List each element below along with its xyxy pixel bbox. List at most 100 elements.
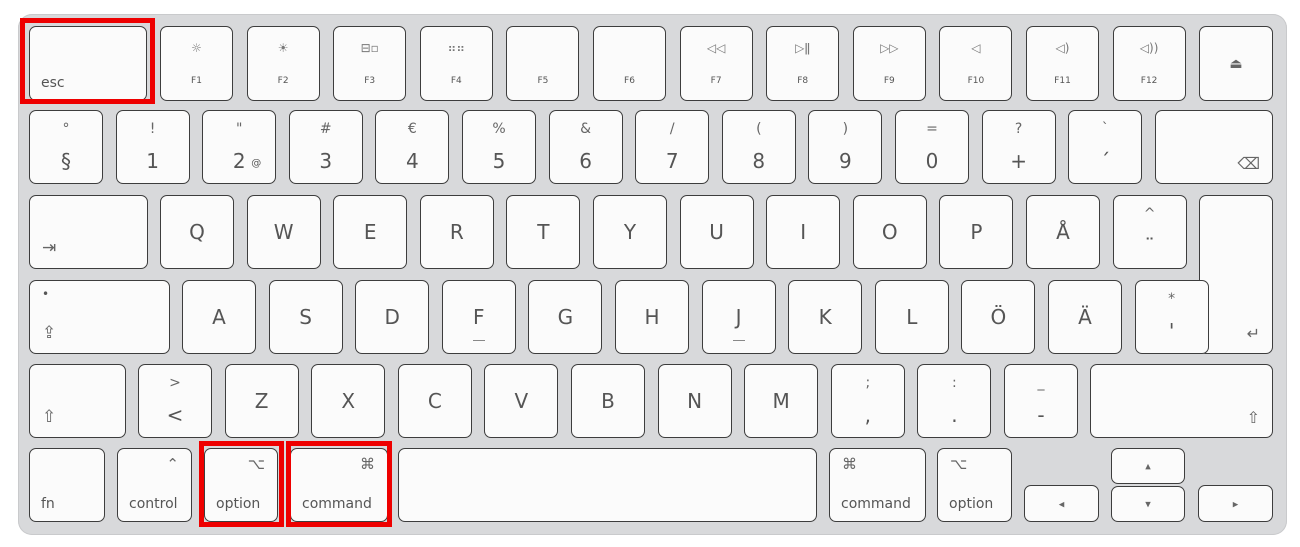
key-f11[interactable]: F11 ◁) — [1026, 26, 1099, 101]
key-f10[interactable]: F10 ◁ — [939, 26, 1013, 101]
key-label: D — [384, 305, 400, 329]
key-1[interactable]: ! 1 — [115, 110, 190, 184]
key-i[interactable]: I — [766, 195, 841, 269]
key-v[interactable]: V — [484, 364, 559, 438]
key-p[interactable]: P — [939, 195, 1014, 269]
key-symbol[interactable]: ^ ¨ — [1112, 195, 1187, 269]
key-label: F1 — [191, 76, 202, 86]
key-f9[interactable]: F9 ▷▷ — [852, 26, 926, 101]
key-esc[interactable]: esc — [29, 26, 147, 101]
key-j[interactable]: J — [701, 280, 776, 354]
key-command[interactable]: command ⌘ — [290, 448, 388, 522]
key-symbol[interactable]: _ - — [1004, 364, 1078, 438]
key-ö[interactable]: Ö — [961, 280, 1036, 354]
key-f2[interactable]: F2 ☀ — [246, 26, 320, 101]
key-fn[interactable]: fn — [29, 448, 105, 522]
rewind-icon: ◁◁ — [706, 41, 726, 55]
key-f1[interactable]: F1 ☼ — [160, 26, 233, 101]
key-space[interactable] — [398, 448, 817, 522]
key-option[interactable]: option ⌥ — [937, 448, 1012, 522]
key-f3[interactable]: F3 ⊟▫ — [333, 26, 407, 101]
key-r[interactable]: R — [419, 195, 494, 269]
key-arrowleft[interactable]: ◂ — [1024, 485, 1099, 522]
caps-lock-indicator: • — [42, 287, 50, 301]
key-label: F9 — [883, 76, 895, 86]
key-f6[interactable]: F6 — [593, 26, 666, 101]
key-w[interactable]: W — [246, 195, 321, 269]
key-shift[interactable]: ⇧ — [1090, 364, 1273, 438]
key-f12[interactable]: F12 ◁)) — [1112, 26, 1186, 101]
key-8[interactable]: (8 — [721, 110, 796, 184]
key-tab[interactable]: ⇥ — [29, 195, 148, 269]
key-h[interactable]: H — [615, 280, 689, 354]
key-d[interactable]: D — [355, 280, 430, 354]
key-shift[interactable]: ⇧ — [29, 364, 126, 438]
key-arrowright[interactable]: ▸ — [1198, 485, 1273, 522]
key-b[interactable]: B — [571, 364, 645, 438]
key-capslock[interactable]: ⇪ • — [29, 280, 170, 354]
key-s[interactable]: S — [268, 280, 343, 354]
key-label: fn — [41, 496, 55, 512]
key-label: T — [537, 220, 550, 244]
key-f8[interactable]: F8 ▷ǁ — [766, 26, 840, 101]
key-symbol[interactable]: * ' — [1134, 280, 1209, 354]
key-label: 9 — [839, 149, 852, 173]
key-2[interactable]: " 2 @ — [202, 110, 277, 184]
key-f4[interactable]: F4 ⠶⠶ — [419, 26, 493, 101]
key-ä[interactable]: Ä — [1048, 280, 1122, 354]
key-x[interactable]: X — [311, 364, 386, 438]
key-f[interactable]: F — [441, 280, 516, 354]
key-label: Z — [254, 389, 269, 413]
key-u[interactable]: U — [679, 195, 754, 269]
key-symbol[interactable]: :. — [917, 364, 992, 438]
key-symbol[interactable]: ` ´ — [1068, 110, 1143, 184]
key-eject[interactable]: ⏏ — [1199, 26, 1273, 101]
key-l[interactable]: L — [874, 280, 949, 354]
key-f5[interactable]: F5 — [506, 26, 580, 101]
key-å[interactable]: Å — [1026, 195, 1100, 269]
key-4[interactable]: €4 — [375, 110, 450, 184]
key-arrowup[interactable]: ▴ — [1111, 448, 1185, 484]
command-icon: ⌘ — [360, 455, 375, 473]
key-return[interactable]: ↵ — [1199, 195, 1273, 354]
key-y[interactable]: Y — [593, 195, 667, 269]
key-symbol[interactable]: ? + — [981, 110, 1056, 184]
key-5[interactable]: % 5 — [462, 110, 536, 184]
key-label: P — [970, 220, 983, 244]
key-command[interactable]: command ⌘ — [829, 448, 926, 522]
key-arrowdown[interactable]: ▾ — [1111, 486, 1185, 522]
key-label: K — [818, 305, 832, 329]
key-z[interactable]: Z — [224, 364, 299, 438]
key-option[interactable]: option ⌥ — [204, 448, 278, 522]
key-label: Ö — [990, 305, 1007, 329]
key-a[interactable]: A — [182, 280, 256, 354]
key-9[interactable]: ) 9 — [808, 110, 883, 184]
key-c[interactable]: C — [397, 364, 472, 438]
volume-down-icon: ◁) — [1055, 41, 1070, 55]
key-q[interactable]: Q — [160, 195, 234, 269]
key-n[interactable]: N — [657, 364, 732, 438]
backspace-icon: ⌫ — [1237, 154, 1260, 173]
key-symbol[interactable]: ° § — [29, 110, 103, 184]
key-label: F11 — [1054, 76, 1071, 86]
key-g[interactable]: G — [528, 280, 603, 354]
key-label: F12 — [1140, 76, 1158, 86]
key-m[interactable]: M — [744, 364, 819, 438]
key-0[interactable]: = 0 — [895, 110, 969, 184]
key-f7[interactable]: F7 ◁◁ — [679, 26, 753, 101]
key-label: N — [687, 389, 703, 413]
key-label: 4 — [406, 149, 419, 173]
key-symbol[interactable]: ;, — [830, 364, 905, 438]
key-label: M — [772, 389, 790, 413]
key-t[interactable]: T — [506, 195, 581, 269]
key-o[interactable]: O — [852, 195, 927, 269]
key-7[interactable]: /7 — [635, 110, 710, 184]
key-6[interactable]: & 6 — [548, 110, 623, 184]
key-backspace[interactable]: ⌫ — [1155, 110, 1273, 184]
key-label: 2 — [232, 149, 246, 173]
key-e[interactable]: E — [333, 195, 408, 269]
key-symbol[interactable]: > < — [138, 364, 212, 438]
key-control[interactable]: control ⌃ — [117, 448, 192, 522]
key-k[interactable]: K — [788, 280, 863, 354]
key-3[interactable]: #3 — [288, 110, 363, 184]
